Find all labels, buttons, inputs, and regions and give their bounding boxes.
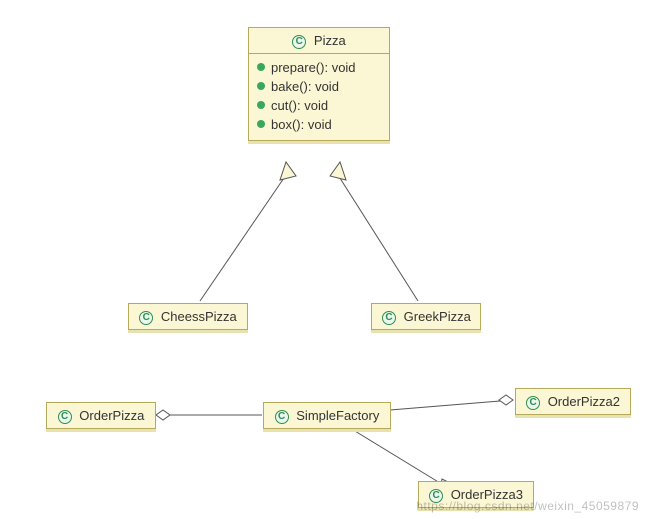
class-simplefactory: C SimpleFactory (263, 402, 391, 429)
class-cheesspizza-name: CheessPizza (161, 309, 237, 324)
class-icon: C (429, 489, 443, 503)
class-icon: C (275, 410, 289, 424)
class-greekpizza-name: GreekPizza (404, 309, 471, 324)
class-pizza: C Pizza prepare(): void bake(): void cut… (248, 27, 390, 141)
class-icon: C (526, 396, 540, 410)
class-orderpizza-name: OrderPizza (79, 408, 144, 423)
method-icon (257, 120, 265, 128)
class-orderpizza2: C OrderPizza2 (515, 388, 631, 415)
method-icon (257, 63, 265, 71)
class-icon: C (382, 311, 396, 325)
class-pizza-name: Pizza (314, 33, 346, 48)
method-signature: prepare(): void (271, 60, 356, 75)
class-cheesspizza: C CheessPizza (128, 303, 248, 330)
class-icon: C (58, 410, 72, 424)
class-orderpizza2-name: OrderPizza2 (548, 394, 620, 409)
method-row: box(): void (257, 115, 381, 134)
method-signature: bake(): void (271, 79, 339, 94)
class-pizza-header: C Pizza (249, 28, 389, 54)
class-simplefactory-name: SimpleFactory (296, 408, 379, 423)
method-row: prepare(): void (257, 58, 381, 77)
class-orderpizza3-name: OrderPizza3 (451, 487, 523, 502)
class-orderpizza2-header: C OrderPizza2 (516, 389, 630, 414)
class-orderpizza3-header: C OrderPizza3 (419, 482, 533, 507)
method-signature: box(): void (271, 117, 332, 132)
method-icon (257, 82, 265, 90)
class-simplefactory-header: C SimpleFactory (264, 403, 390, 428)
class-orderpizza-header: C OrderPizza (47, 403, 155, 428)
method-icon (257, 101, 265, 109)
method-row: cut(): void (257, 96, 381, 115)
method-signature: cut(): void (271, 98, 328, 113)
class-greekpizza: C GreekPizza (371, 303, 481, 330)
class-cheesspizza-header: C CheessPizza (129, 304, 247, 329)
method-row: bake(): void (257, 77, 381, 96)
class-orderpizza3: C OrderPizza3 (418, 481, 534, 508)
class-greekpizza-header: C GreekPizza (372, 304, 480, 329)
class-orderpizza: C OrderPizza (46, 402, 156, 429)
class-icon: C (139, 311, 153, 325)
class-pizza-methods: prepare(): void bake(): void cut(): void… (249, 54, 389, 140)
class-icon: C (292, 35, 306, 49)
